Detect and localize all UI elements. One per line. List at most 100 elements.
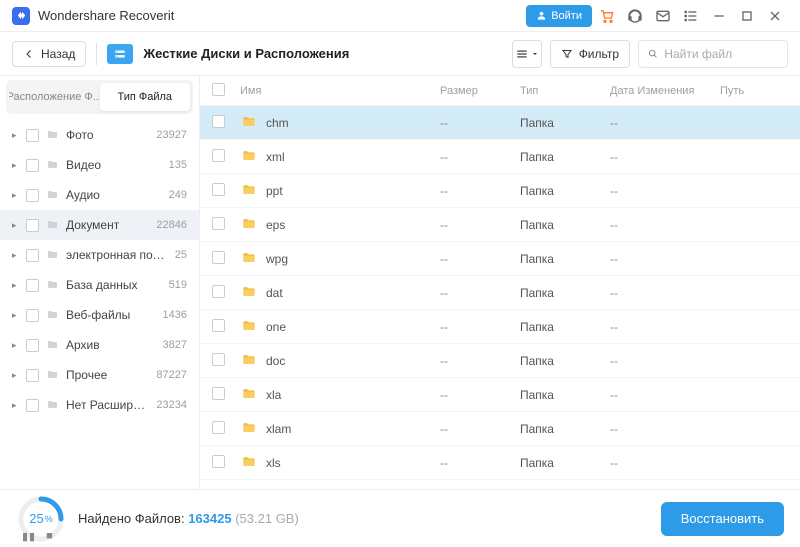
expand-icon[interactable]: ▸ <box>12 400 20 411</box>
category-checkbox[interactable] <box>26 279 39 292</box>
category-checkbox[interactable] <box>26 399 39 412</box>
sidebar-item[interactable]: ▸Веб-файлы1436 <box>0 300 199 330</box>
minimize-icon[interactable] <box>706 3 732 29</box>
table-row[interactable]: one--Папка-- <box>200 310 800 344</box>
category-checkbox[interactable] <box>26 339 39 352</box>
category-name: Архив <box>66 338 157 352</box>
sidebar-item[interactable]: ▸электронная почта25 <box>0 240 199 270</box>
category-checkbox[interactable] <box>26 369 39 382</box>
expand-icon[interactable]: ▸ <box>12 130 20 141</box>
file-name: xml <box>266 150 285 164</box>
table-row[interactable]: xla--Папка-- <box>200 378 800 412</box>
login-button[interactable]: Войти <box>526 5 592 27</box>
sidebar-item[interactable]: ▸Фото23927 <box>0 120 199 150</box>
expand-icon[interactable]: ▸ <box>12 370 20 381</box>
col-size[interactable]: Размер <box>440 85 510 97</box>
back-button[interactable]: Назад <box>12 41 86 67</box>
search-input[interactable] <box>664 47 779 61</box>
mail-icon[interactable] <box>650 3 676 29</box>
col-type[interactable]: Тип <box>520 85 600 97</box>
sidebar-item[interactable]: ▸Аудио249 <box>0 180 199 210</box>
found-size: (53.21 GB) <box>235 511 299 526</box>
file-name: one <box>266 320 286 334</box>
row-checkbox[interactable] <box>212 455 225 468</box>
file-type: Папка <box>520 354 600 368</box>
folder-icon <box>240 284 258 302</box>
view-mode-button[interactable] <box>512 40 542 68</box>
col-path[interactable]: Путь <box>720 85 788 97</box>
expand-icon[interactable]: ▸ <box>12 250 20 261</box>
row-checkbox[interactable] <box>212 217 225 230</box>
category-checkbox[interactable] <box>26 219 39 232</box>
file-name: xlam <box>266 422 291 436</box>
maximize-icon[interactable] <box>734 3 760 29</box>
pause-button[interactable]: ▮▮ <box>22 530 36 543</box>
row-checkbox[interactable] <box>212 183 225 196</box>
row-checkbox[interactable] <box>212 353 225 366</box>
category-checkbox[interactable] <box>26 249 39 262</box>
category-checkbox[interactable] <box>26 129 39 142</box>
row-checkbox[interactable] <box>212 149 225 162</box>
table-row[interactable]: dat--Папка-- <box>200 276 800 310</box>
row-checkbox[interactable] <box>212 285 225 298</box>
category-checkbox[interactable] <box>26 189 39 202</box>
location-label: Жесткие Диски и Расположения <box>143 46 349 61</box>
select-all-checkbox[interactable] <box>212 83 225 96</box>
col-name[interactable]: Имя <box>240 85 430 97</box>
file-date: -- <box>610 456 710 470</box>
table-row[interactable]: wpg--Папка-- <box>200 242 800 276</box>
expand-icon[interactable]: ▸ <box>12 190 20 201</box>
file-name: dat <box>266 286 283 300</box>
recover-button[interactable]: Восстановить <box>661 502 784 536</box>
table-row[interactable]: xltx--Папка-- <box>200 480 800 489</box>
support-icon[interactable] <box>622 3 648 29</box>
row-checkbox[interactable] <box>212 421 225 434</box>
close-icon[interactable] <box>762 3 788 29</box>
category-count: 22846 <box>156 219 187 231</box>
filter-button[interactable]: Фильтр <box>550 40 630 68</box>
category-checkbox[interactable] <box>26 159 39 172</box>
file-date: -- <box>610 252 710 266</box>
search-box[interactable] <box>638 40 788 68</box>
file-type: Папка <box>520 218 600 232</box>
login-label: Войти <box>551 10 582 22</box>
main: Расположение Ф... Тип Файла ▸Фото23927▸В… <box>0 76 800 489</box>
row-checkbox[interactable] <box>212 387 225 400</box>
sidebar-item[interactable]: ▸Нет Расширения23234 <box>0 390 199 420</box>
folder-icon <box>45 219 60 231</box>
row-checkbox[interactable] <box>212 115 225 128</box>
category-checkbox[interactable] <box>26 309 39 322</box>
category-count: 249 <box>169 189 187 201</box>
expand-icon[interactable]: ▸ <box>12 340 20 351</box>
table-row[interactable]: xls--Папка-- <box>200 446 800 480</box>
sidebar-item[interactable]: ▸ Прочее 87227 <box>0 360 199 390</box>
app-logo <box>12 7 30 25</box>
table-row[interactable]: chm--Папка-- <box>200 106 800 140</box>
file-pane: Имя Размер Тип Дата Изменения Путь chm--… <box>200 76 800 489</box>
tab-location[interactable]: Расположение Ф... <box>9 83 100 111</box>
expand-icon[interactable]: ▸ <box>12 280 20 291</box>
row-checkbox[interactable] <box>212 251 225 264</box>
expand-icon[interactable]: ▸ <box>12 310 20 321</box>
sidebar-item[interactable]: ▸База данных519 <box>0 270 199 300</box>
col-date[interactable]: Дата Изменения <box>610 85 710 97</box>
sidebar-item[interactable]: ▸Архив3827 <box>0 330 199 360</box>
table-row[interactable]: eps--Папка-- <box>200 208 800 242</box>
category-name: Прочее <box>66 368 150 382</box>
row-checkbox[interactable] <box>212 319 225 332</box>
table-row[interactable]: xml--Папка-- <box>200 140 800 174</box>
expand-icon[interactable]: ▸ <box>12 160 20 171</box>
stop-button[interactable]: ■ <box>46 530 54 543</box>
sidebar-item[interactable]: ▸Видео135 <box>0 150 199 180</box>
cart-icon[interactable] <box>594 3 620 29</box>
table-row[interactable]: xlam--Папка-- <box>200 412 800 446</box>
sidebar-item[interactable]: ▸Документ22846 <box>0 210 199 240</box>
expand-icon[interactable]: ▸ <box>12 220 20 231</box>
file-type: Папка <box>520 116 600 130</box>
table-row[interactable]: ppt--Папка-- <box>200 174 800 208</box>
category-count: 87227 <box>156 369 187 381</box>
table-row[interactable]: doc--Папка-- <box>200 344 800 378</box>
tab-filetype[interactable]: Тип Файла <box>100 83 191 111</box>
folder-icon <box>45 309 60 321</box>
list-icon[interactable] <box>678 3 704 29</box>
